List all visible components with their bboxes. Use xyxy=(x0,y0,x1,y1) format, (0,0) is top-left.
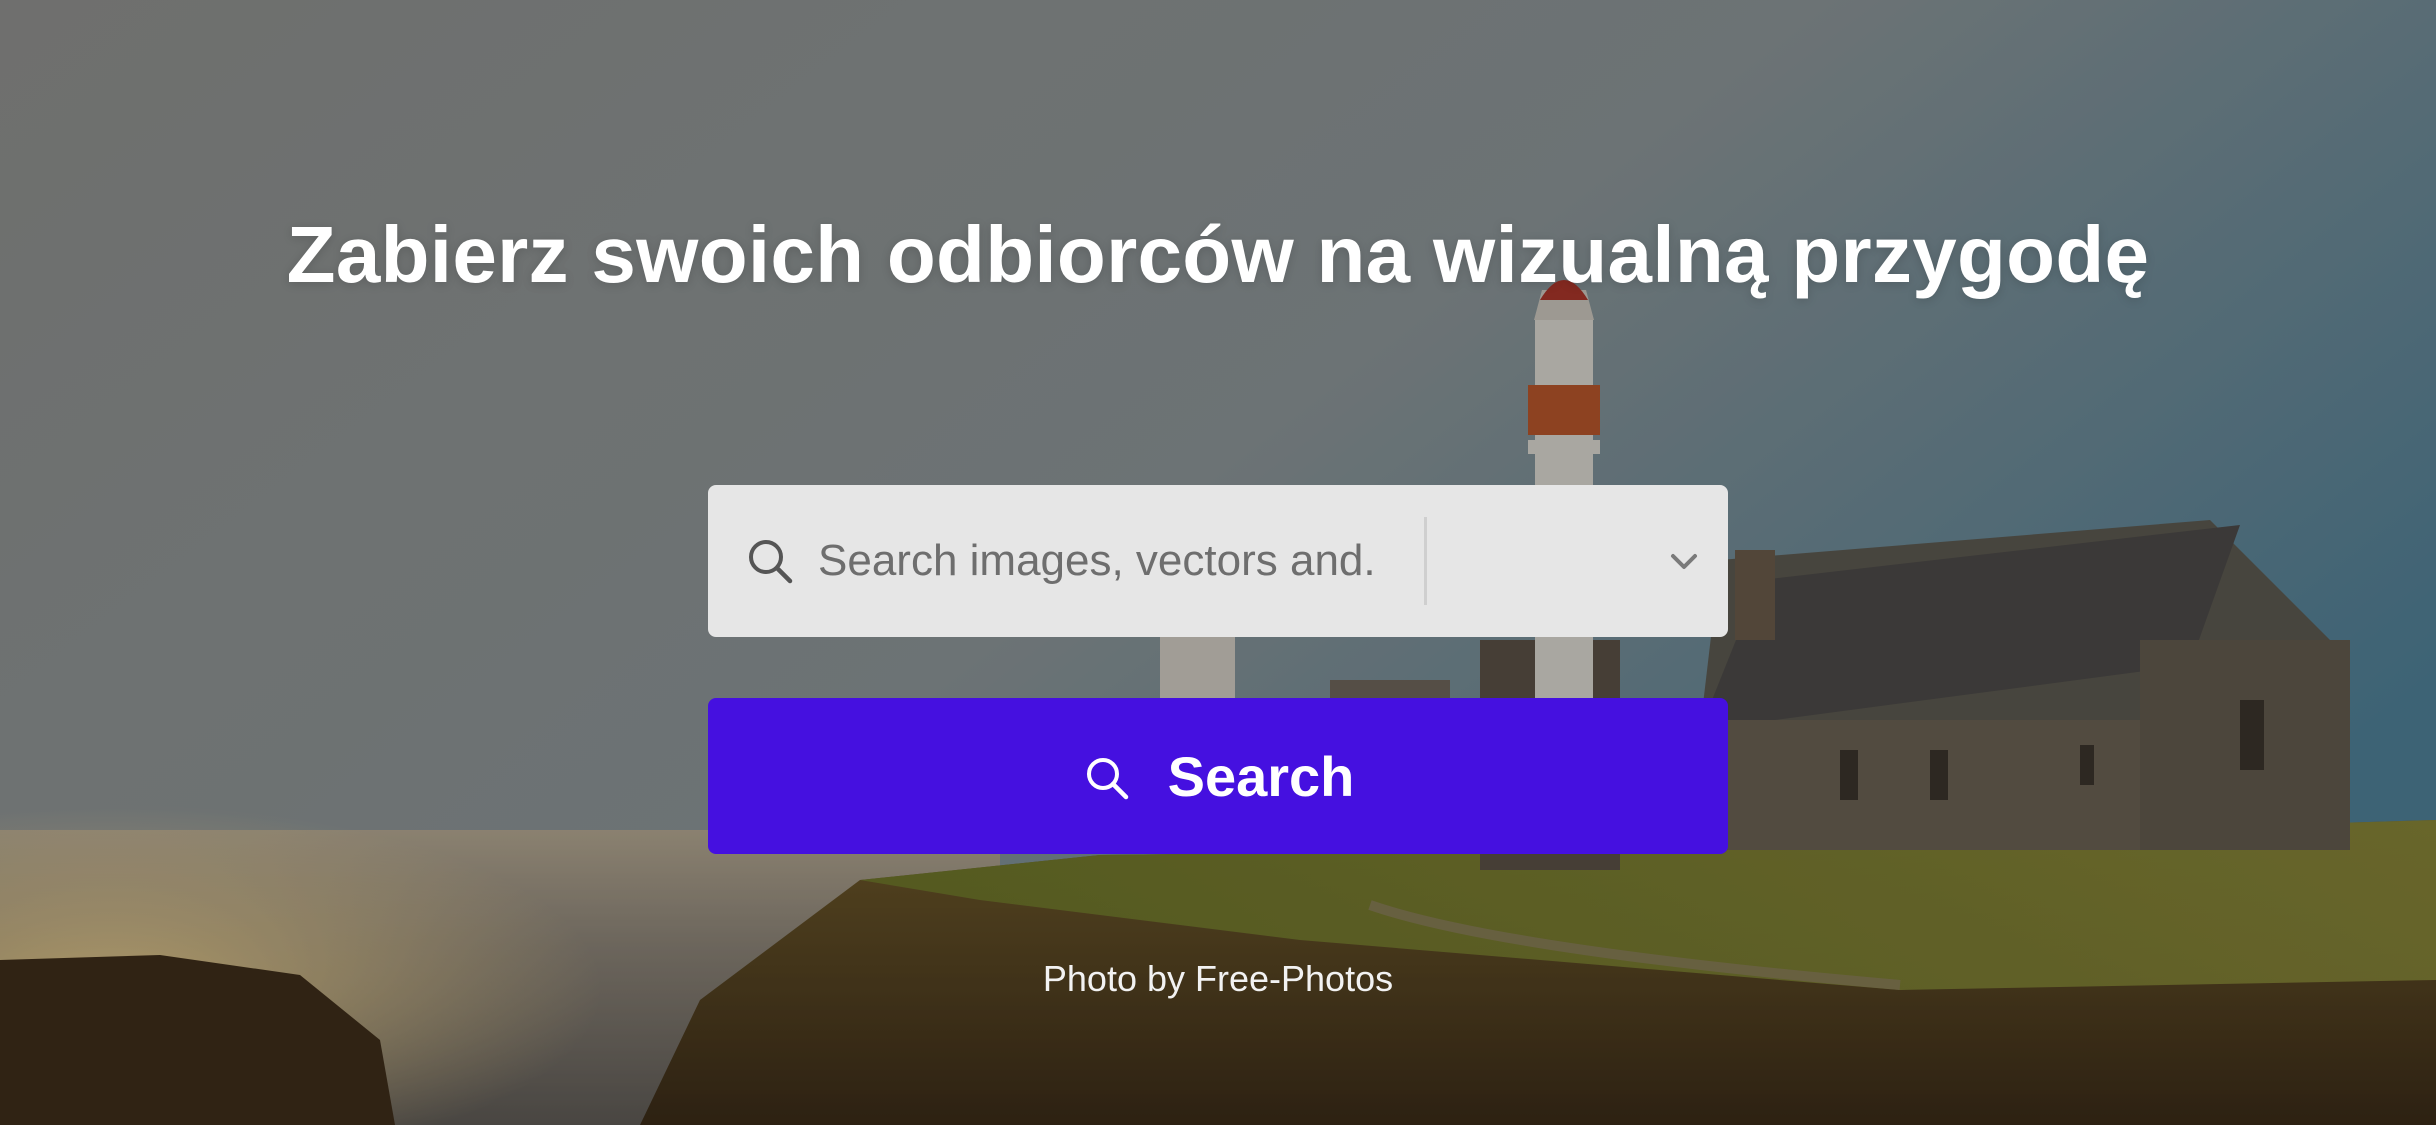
search-type-dropdown[interactable] xyxy=(1427,485,1728,637)
search-button[interactable]: Search xyxy=(708,698,1728,854)
chevron-down-icon xyxy=(1671,554,1697,569)
photo-credit-prefix: Photo by xyxy=(1042,958,1195,999)
search-input[interactable] xyxy=(818,513,1378,609)
page-title: Zabierz swoich odbiorców na wizualną prz… xyxy=(286,210,2150,299)
search-icon xyxy=(1086,758,1128,800)
search-icon xyxy=(749,540,793,584)
photo-credit: Photo by Free-Photos xyxy=(0,958,2436,1000)
search-button-label: Search xyxy=(1167,744,1355,808)
photo-credit-author-link[interactable]: Free-Photos xyxy=(1195,958,1393,999)
search-box xyxy=(708,485,1728,637)
